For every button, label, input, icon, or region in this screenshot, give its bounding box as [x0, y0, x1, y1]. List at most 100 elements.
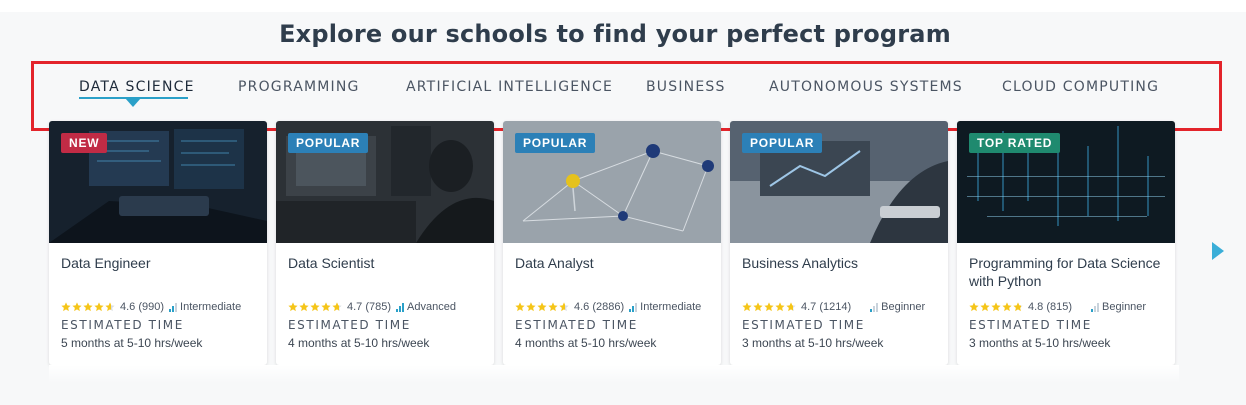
estimated-time-label: ESTIMATED TIME: [515, 318, 638, 332]
estimated-time-value: 3 months at 5-10 hrs/week: [969, 336, 1111, 350]
level-indicator: Beginner: [1091, 301, 1146, 313]
review-count: (2886): [592, 301, 625, 313]
estimated-time-value: 3 months at 5-10 hrs/week: [742, 336, 884, 350]
card-badge: NEW: [61, 133, 108, 153]
rating-value: 4.6 (2886): [574, 301, 624, 313]
review-count: (815): [1046, 301, 1073, 313]
level-indicator: Intermediate: [169, 301, 241, 313]
rating-value: 4.7 (1214): [801, 301, 851, 313]
rating-number: 4.7: [347, 301, 363, 313]
rating-number: 4.7: [801, 301, 817, 313]
level-bars-icon: [396, 302, 405, 312]
star-icon: [548, 302, 558, 312]
estimated-time-value: 4 months at 5-10 hrs/week: [515, 336, 657, 350]
rating-value: 4.7 (785): [347, 301, 391, 313]
review-count: (990): [138, 301, 165, 313]
card-image: POPULAR: [730, 121, 948, 243]
star-icon: [537, 302, 547, 312]
level-indicator: Advanced: [396, 301, 456, 313]
card-meta: 4.8 (815) Beginner: [969, 300, 1175, 314]
chevron-right-icon[interactable]: [1212, 242, 1224, 260]
star-icon: [61, 302, 71, 312]
estimated-time-label: ESTIMATED TIME: [288, 318, 411, 332]
rating-number: 4.8: [1028, 301, 1044, 313]
tab-business[interactable]: BUSINESS: [646, 79, 726, 95]
card-image: NEW: [49, 121, 267, 243]
top-strip: [0, 0, 1246, 12]
star-icon: [764, 302, 774, 312]
tab-cloud-computing[interactable]: CLOUD COMPUTING: [1002, 79, 1159, 95]
tab-autonomous-systems[interactable]: AUTONOMOUS SYSTEMS: [769, 79, 963, 95]
tab-artificial-intelligence[interactable]: ARTIFICIAL INTELLIGENCE: [406, 79, 613, 95]
rating-number: 4.6: [120, 301, 136, 313]
star-rating: [742, 302, 797, 312]
card-badge: POPULAR: [515, 133, 596, 153]
card-title: Business Analytics: [742, 255, 858, 271]
rating-value: 4.6 (990): [120, 301, 164, 313]
star-icon: [526, 302, 536, 312]
tab-data-science[interactable]: DATA SCIENCE: [79, 79, 195, 95]
card-meta: 4.7 (1214) Beginner: [742, 300, 948, 314]
star-icon: [94, 302, 104, 312]
rating-value: 4.8 (815): [1028, 301, 1072, 313]
review-count: (785): [365, 301, 392, 313]
rating-number: 4.6: [574, 301, 590, 313]
estimated-time-label: ESTIMATED TIME: [742, 318, 865, 332]
star-icon: [742, 302, 752, 312]
program-card-programming-for-data-science[interactable]: TOP RATED Programming for Data Science w…: [957, 121, 1175, 365]
card-badge: TOP RATED: [969, 133, 1061, 153]
card-meta: 4.7 (785) Advanced: [288, 300, 494, 314]
card-meta: 4.6 (990) Intermediate: [61, 300, 267, 314]
estimated-time-label: ESTIMATED TIME: [61, 318, 184, 332]
star-icon: [105, 302, 115, 312]
star-icon: [310, 302, 320, 312]
carousel-bottom-fade: [49, 365, 1179, 383]
card-image: POPULAR: [503, 121, 721, 243]
star-rating: [515, 302, 570, 312]
star-icon: [991, 302, 1001, 312]
program-card-data-analyst[interactable]: POPULAR Data Analyst 4.6 (2886) Intermed…: [503, 121, 721, 365]
level-label: Intermediate: [180, 301, 242, 313]
estimated-time-label: ESTIMATED TIME: [969, 318, 1092, 332]
star-icon: [83, 302, 93, 312]
star-rating: [969, 302, 1024, 312]
card-title: Data Analyst: [515, 255, 594, 271]
level-label: Beginner: [881, 301, 926, 313]
level-label: Advanced: [407, 301, 456, 313]
level-label: Intermediate: [640, 301, 702, 313]
active-tab-caret: [125, 98, 141, 107]
program-card-data-scientist[interactable]: POPULAR Data Scientist 4.7 (785) Advance…: [276, 121, 494, 365]
star-icon: [969, 302, 979, 312]
level-bars-icon: [870, 302, 879, 312]
star-icon: [775, 302, 785, 312]
card-title: Data Scientist: [288, 255, 375, 271]
star-icon: [980, 302, 990, 312]
review-count: (1214): [819, 301, 852, 313]
page: Explore our schools to find your perfect…: [0, 0, 1246, 405]
card-badge: POPULAR: [288, 133, 369, 153]
level-bars-icon: [629, 302, 638, 312]
level-label: Beginner: [1102, 301, 1147, 313]
star-icon: [1013, 302, 1023, 312]
card-meta: 4.6 (2886) Intermediate: [515, 300, 721, 314]
card-image: TOP RATED: [957, 121, 1175, 243]
star-icon: [559, 302, 569, 312]
tab-programming[interactable]: PROGRAMMING: [238, 79, 360, 95]
star-icon: [321, 302, 331, 312]
card-image: POPULAR: [276, 121, 494, 243]
level-bars-icon: [169, 302, 178, 312]
star-rating: [61, 302, 116, 312]
level-indicator: Beginner: [870, 301, 925, 313]
card-title: Programming for Data Science with Python: [969, 255, 1161, 289]
star-icon: [786, 302, 796, 312]
star-icon: [332, 302, 342, 312]
estimated-time-value: 4 months at 5-10 hrs/week: [288, 336, 430, 350]
estimated-time-value: 5 months at 5-10 hrs/week: [61, 336, 203, 350]
star-icon: [288, 302, 298, 312]
star-icon: [753, 302, 763, 312]
card-title: Data Engineer: [61, 255, 151, 271]
program-card-data-engineer[interactable]: NEW Data Engineer 4.6 (990) Intermediate…: [49, 121, 267, 365]
program-card-business-analytics[interactable]: POPULAR Business Analytics 4.7 (1214) Be…: [730, 121, 948, 365]
level-bars-icon: [1091, 302, 1100, 312]
star-icon: [515, 302, 525, 312]
